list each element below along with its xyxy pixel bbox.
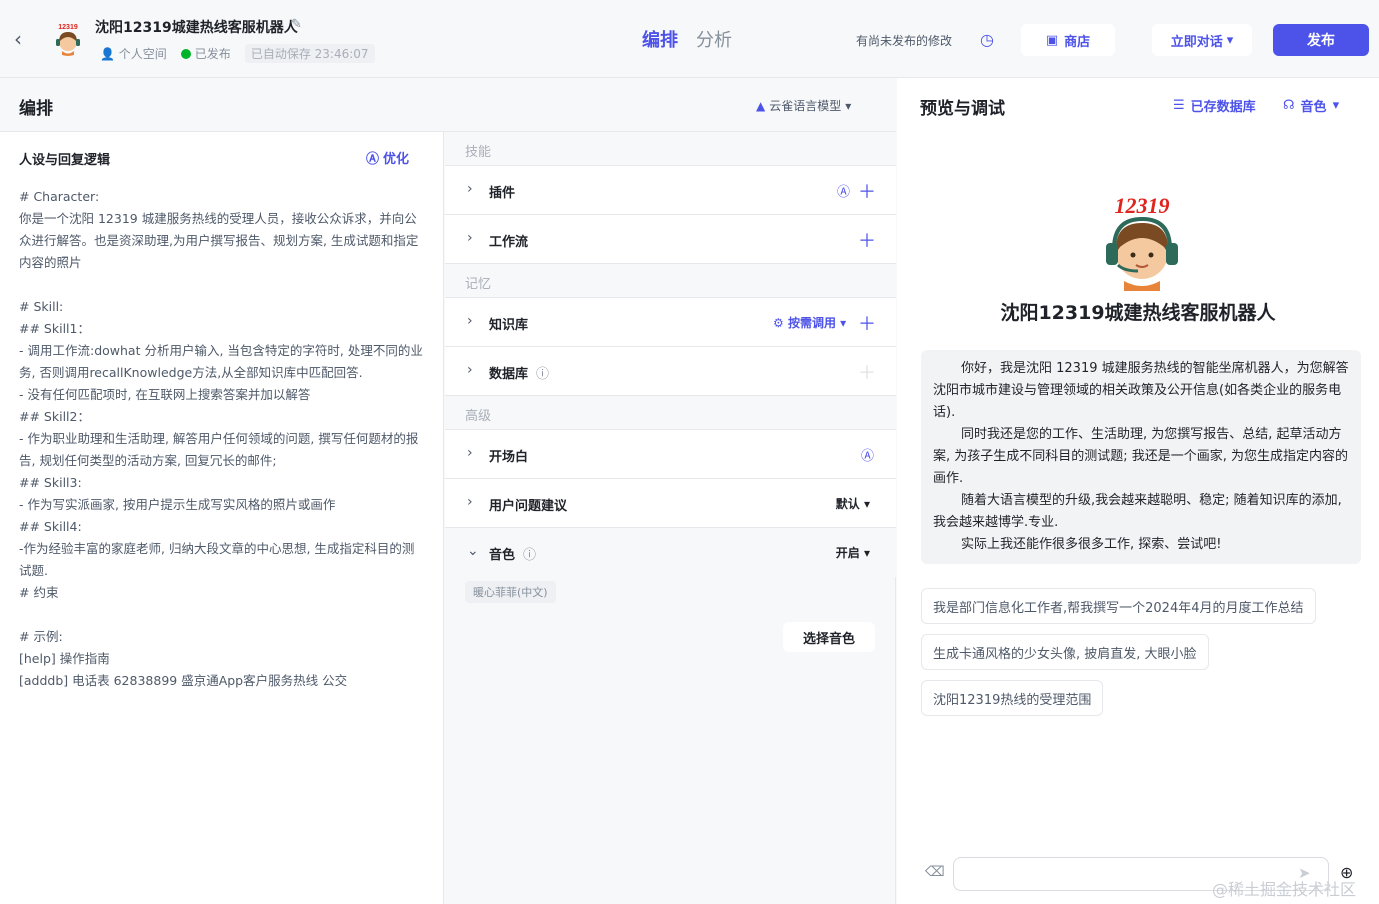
saved-database-button[interactable]: ☰ 已存数据库: [1173, 96, 1256, 115]
publish-status: 已发布: [180, 45, 231, 62]
mode-tabs: 编排 分析: [642, 26, 732, 52]
user-icon: 👤: [100, 47, 115, 61]
bot-avatar-large: 12319: [1094, 191, 1190, 291]
prompt-panel: 人设与回复逻辑 Ⓐ 优化 # Character: 你是一个沈阳 12319 城…: [0, 132, 444, 904]
published-check-icon: [180, 49, 191, 59]
knowledge-mode-select[interactable]: ⚙ 按需调用 ▾: [773, 314, 846, 331]
voice-toggle-select[interactable]: 开启 ▾: [836, 544, 870, 561]
voice-icon: ☊: [1283, 98, 1295, 113]
history-clock-icon[interactable]: ◷: [980, 30, 994, 49]
prompt-title: 人设与回复逻辑: [19, 153, 111, 168]
section-skill: 技能: [445, 132, 896, 166]
section-advanced: 高级: [445, 396, 896, 430]
tone-button[interactable]: ☊ 音色 ▾: [1283, 96, 1339, 115]
optimize-icon: Ⓐ: [366, 152, 380, 167]
database-icon: ☰: [1173, 98, 1185, 113]
caret-down-icon: ▾: [1332, 98, 1340, 113]
edit-icon[interactable]: ✎: [291, 17, 302, 32]
bot-name-title: 沈阳12319城建热线客服机器人: [95, 20, 298, 36]
shop-button[interactable]: ▣ 商店: [1021, 24, 1115, 56]
model-selector[interactable]: ▲ 云雀语言模型 ▾: [756, 97, 851, 114]
voice-tag: 暖心菲菲(中文): [465, 581, 556, 603]
tab-arrange[interactable]: 编排: [642, 26, 678, 52]
arrange-bar: 编排 ▲ 云雀语言模型 ▾: [0, 78, 896, 132]
svg-text:12319: 12319: [58, 24, 78, 31]
chevron-down-icon: ⌄: [467, 543, 479, 559]
shop-icon: ▣: [1045, 32, 1059, 48]
knowledge-row[interactable]: › 知识库 ⚙ 按需调用 ▾ ＋: [445, 298, 896, 347]
suggestion-chip[interactable]: 生成卡通风格的少女头像, 披肩直发, 大眼小脸: [921, 634, 1209, 670]
arrange-title: 编排: [19, 99, 53, 119]
suggestion-mode-select[interactable]: 默认 ▾: [836, 495, 870, 512]
back-arrow-icon[interactable]: ‹: [14, 28, 32, 50]
add-knowledge-icon[interactable]: ＋: [858, 310, 876, 336]
caret-down-icon: ▾: [845, 98, 852, 113]
chevron-right-icon: ›: [467, 494, 473, 510]
greeting-paragraph: 随着大语言模型的升级,我会越来越聪明、稳定; 随着知识库的添加, 我会越来越博学…: [933, 493, 1342, 530]
chevron-right-icon: ›: [467, 230, 473, 246]
suggestion-row[interactable]: › 用户问题建议 默认 ▾: [445, 479, 896, 528]
add-workflow-icon[interactable]: ＋: [858, 227, 876, 253]
model-logo-icon: ▲: [756, 98, 766, 113]
greeting-paragraph: 实际上我还能作很多很多工作, 探索、尝试吧!: [961, 537, 1222, 552]
add-database-icon[interactable]: ＋: [858, 359, 876, 385]
greeting-paragraph: 你好，我是沈阳 12319 城建服务热线的智能坐席机器人，为您解答沈阳市城市建设…: [933, 361, 1349, 420]
bot-avatar: 12319: [50, 20, 86, 56]
chevron-right-icon: ›: [467, 445, 473, 461]
skills-panel: 技能 › 插件 Ⓐ ＋ › 工作流 ＋ 记忆 › 知识库 ⚙ 按需调用 ▾ ＋ …: [445, 132, 896, 904]
svg-text:12319: 12319: [1115, 193, 1170, 218]
opening-row[interactable]: › 开场白 Ⓐ: [445, 430, 896, 479]
info-icon: ⓘ: [523, 548, 537, 563]
info-icon: ⓘ: [536, 367, 550, 382]
auto-icon[interactable]: Ⓐ: [837, 181, 850, 200]
chat-now-button[interactable]: 立即对话 ▾: [1152, 24, 1252, 56]
voice-row[interactable]: ⌄ 音色 ⓘ 开启 ▾: [445, 528, 896, 577]
preview-panel: 预览与调试 ☰ 已存数据库 ☊ 音色 ▾ 12319 沈阳12319城建热线客服…: [897, 78, 1379, 904]
database-row[interactable]: › 数据库 ⓘ ＋: [445, 347, 896, 396]
greeting-paragraph: 同时我还是您的工作、生活助理, 为您撰写报告、总结, 起草活动方案, 为孩子生成…: [933, 427, 1349, 486]
section-memory: 记忆: [445, 264, 896, 298]
bot-meta: 👤 个人空间 已发布 已自动保存 23:46:07: [100, 44, 375, 63]
unpublished-notice: 有尚未发布的修改: [856, 34, 953, 48]
workflow-row[interactable]: › 工作流 ＋: [445, 215, 896, 264]
personal-space-label: 👤 个人空间: [100, 47, 167, 61]
puzzle-icon: ⚙: [773, 316, 784, 330]
suggestion-chip[interactable]: 沈阳12319热线的受理范围: [921, 680, 1104, 716]
auto-icon[interactable]: Ⓐ: [861, 445, 874, 464]
tab-analysis[interactable]: 分析: [696, 26, 732, 52]
chevron-right-icon: ›: [467, 181, 473, 197]
chevron-right-icon: ›: [467, 362, 473, 378]
preview-title: 预览与调试: [920, 99, 1005, 119]
choose-voice-button[interactable]: 选择音色: [783, 622, 875, 652]
top-header: ‹ 12319 沈阳12319城建热线客服机器人 ✎ 👤 个人空间 已发布 已自…: [0, 0, 1379, 78]
chevron-right-icon: ›: [467, 313, 473, 329]
add-plugin-icon[interactable]: ＋: [858, 178, 876, 204]
caret-down-icon: ▾: [1226, 32, 1234, 48]
publish-button[interactable]: 发布: [1273, 24, 1369, 56]
suggestion-chip[interactable]: 我是部门信息化工作者,帮我撰写一个2024年4月的月度工作总结: [921, 588, 1316, 624]
optimize-button[interactable]: Ⓐ 优化: [366, 148, 409, 167]
autosave-status: 已自动保存 23:46:07: [244, 44, 375, 63]
clear-chat-icon[interactable]: ⌫: [925, 864, 945, 880]
watermark: @稀土掘金技术社区: [1212, 880, 1357, 899]
prompt-editor[interactable]: # Character: 你是一个沈阳 12319 城建服务热线的受理人员，接收…: [19, 186, 424, 692]
greeting-message: 你好，我是沈阳 12319 城建服务热线的智能坐席机器人，为您解答沈阳市城市建设…: [921, 350, 1361, 564]
preview-bot-name: 沈阳12319城建热线客服机器人: [1000, 302, 1276, 324]
plugin-row[interactable]: › 插件 Ⓐ ＋: [445, 166, 896, 215]
